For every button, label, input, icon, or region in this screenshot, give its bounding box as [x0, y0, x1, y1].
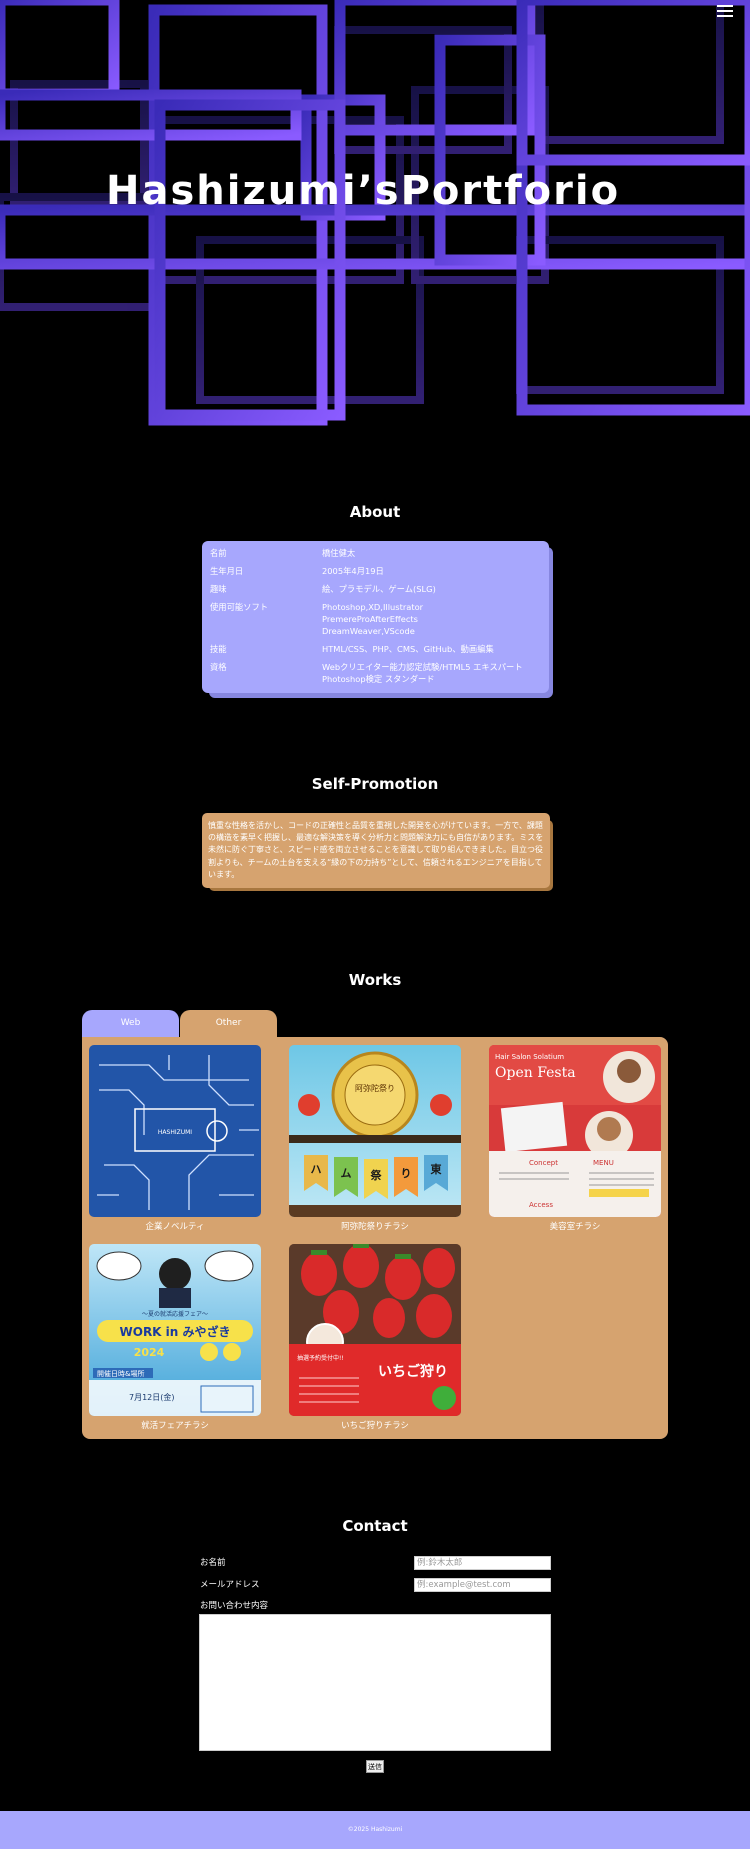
- hair-salon-flyer-image: Hair Salon Solatium Open Festa Concept M…: [489, 1045, 661, 1217]
- svg-text:Open Festa: Open Festa: [495, 1065, 576, 1081]
- name-label: お名前: [200, 1558, 226, 1568]
- svg-text:東: 東: [431, 1162, 443, 1176]
- work-item-novelty[interactable]: HASHIZUMI 企業ノベルティ: [89, 1045, 261, 1232]
- profile-row: 名前 橋住健太: [210, 547, 541, 565]
- work-caption: 阿弥陀祭りチラシ: [341, 1222, 409, 1232]
- svg-text:開催日時&場所: 開催日時&場所: [97, 1369, 144, 1378]
- svg-text:抽選予約受付中!!: 抽選予約受付中!!: [297, 1354, 344, 1362]
- copyright-text: ©2025 Hashizumi: [347, 1826, 403, 1833]
- svg-text:祭: 祭: [370, 1168, 383, 1182]
- profile-value: 橋住健太: [322, 548, 356, 558]
- hero-section: Hashizumi’sPortforio: [0, 0, 750, 440]
- work-item-festival[interactable]: 阿弥陀祭り ハ ム 祭 り 東 阿弥陀祭りチラシ: [289, 1045, 461, 1232]
- svg-text:いちご狩り: いちご狩り: [378, 1363, 448, 1380]
- profile-value: Photoshop,XD,Illustrator PremereProAfter…: [322, 602, 424, 636]
- festival-flyer-image: 阿弥陀祭り ハ ム 祭 り 東: [289, 1045, 461, 1217]
- email-label: メールアドレス: [200, 1580, 260, 1590]
- about-card: 名前 橋住健太 生年月日 2005年4月19日 趣味 絵、プラモデル、ゲーム(S…: [202, 541, 549, 693]
- strawberry-picking-flyer-image: 抽選予約受付中!! いちご狩り: [289, 1244, 461, 1416]
- work-caption: 就活フェアチラシ: [141, 1421, 209, 1431]
- work-item-strawberry[interactable]: 抽選予約受付中!! いちご狩り いちご狩りチラシ: [289, 1244, 461, 1431]
- name-input[interactable]: [414, 1556, 551, 1570]
- work-item-job-fair[interactable]: 〜夏の就活応援フェア〜 WORK in みやざき 2024 開催日時&場所 7月…: [89, 1244, 261, 1431]
- work-item-hair-salon[interactable]: Hair Salon Solatium Open Festa Concept M…: [489, 1045, 661, 1232]
- job-fair-flyer-image: 〜夏の就活応援フェア〜 WORK in みやざき 2024 開催日時&場所 7月…: [89, 1244, 261, 1416]
- profile-row: 資格 Webクリエイター能力認定試験/HTML5 エキスパート Photosho…: [210, 661, 541, 691]
- svg-text:2024: 2024: [134, 1346, 165, 1359]
- works-heading: Works: [348, 971, 402, 989]
- contact-heading: Contact: [342, 1517, 408, 1535]
- svg-text:阿弥陀祭り: 阿弥陀祭り: [355, 1083, 395, 1093]
- hamburger-menu-icon[interactable]: [713, 2, 737, 20]
- work-caption: 企業ノベルティ: [145, 1222, 205, 1232]
- profile-label: 使用可能ソフト: [210, 602, 269, 612]
- svg-text:ハ: ハ: [311, 1163, 322, 1176]
- tab-web[interactable]: Web: [82, 1010, 179, 1039]
- email-input[interactable]: [414, 1578, 551, 1592]
- svg-text:ム: ム: [341, 1167, 352, 1180]
- message-label: お問い合わせ内容: [200, 1601, 269, 1611]
- profile-label: 趣味: [210, 584, 227, 594]
- work-caption: いちご狩りチラシ: [341, 1421, 409, 1431]
- profile-value: HTML/CSS、PHP、CMS、GitHub、動画編集: [322, 644, 494, 654]
- work-caption: 美容室チラシ: [549, 1222, 601, 1232]
- profile-label: 技能: [210, 644, 227, 654]
- profile-row: 使用可能ソフト Photoshop,XD,Illustrator Premere…: [210, 601, 541, 643]
- svg-text:MENU: MENU: [593, 1159, 614, 1167]
- svg-text:7月12日(金): 7月12日(金): [129, 1392, 175, 1402]
- site-title: Hashizumi’sPortforio: [106, 168, 621, 214]
- profile-value: 2005年4月19日: [322, 566, 384, 576]
- profile-row: 趣味 絵、プラモデル、ゲーム(SLG): [210, 583, 541, 601]
- profile-row: 生年月日 2005年4月19日: [210, 565, 541, 583]
- message-textarea[interactable]: [199, 1614, 551, 1751]
- profile-table: 名前 橋住健太 生年月日 2005年4月19日 趣味 絵、プラモデル、ゲーム(S…: [210, 547, 541, 691]
- self-promotion-heading: Self-Promotion: [311, 775, 439, 793]
- circuit-board-design-image: HASHIZUMI: [89, 1045, 261, 1217]
- profile-value: 絵、プラモデル、ゲーム(SLG): [322, 584, 436, 594]
- hero-grid-pattern: [0, 0, 750, 426]
- about-heading: About: [349, 503, 401, 521]
- svg-text:り: り: [401, 1167, 412, 1180]
- works-panel: HASHIZUMI 企業ノベルティ 阿弥陀祭り ハ ム 祭 り 東 阿弥陀祭りチ…: [82, 1037, 668, 1439]
- svg-text:WORK in みやざき: WORK in みやざき: [120, 1324, 231, 1339]
- svg-text:Access: Access: [529, 1201, 553, 1209]
- profile-label: 名前: [210, 548, 227, 558]
- profile-value: Webクリエイター能力認定試験/HTML5 エキスパート Photoshop検定…: [322, 662, 523, 684]
- profile-row: 技能 HTML/CSS、PHP、CMS、GitHub、動画編集: [210, 643, 541, 661]
- svg-text:HASHIZUMI: HASHIZUMI: [158, 1129, 192, 1136]
- profile-label: 生年月日: [210, 566, 244, 576]
- footer: ©2025 Hashizumi: [0, 1811, 750, 1849]
- svg-text:Concept: Concept: [529, 1159, 558, 1167]
- profile-label: 資格: [210, 662, 227, 672]
- svg-text:〜夏の就活応援フェア〜: 〜夏の就活応援フェア〜: [142, 1310, 208, 1318]
- submit-button[interactable]: 送信: [366, 1760, 384, 1773]
- promotion-text: 慎重な性格を活かし、コードの正確性と品質を重視した開発を心がけています。一方で、…: [208, 821, 544, 879]
- promotion-card: 慎重な性格を活かし、コードの正確性と品質を重視した開発を心がけています。一方で、…: [202, 813, 550, 888]
- tab-other[interactable]: Other: [180, 1010, 277, 1039]
- svg-text:Hair Salon Solatium: Hair Salon Solatium: [495, 1053, 564, 1061]
